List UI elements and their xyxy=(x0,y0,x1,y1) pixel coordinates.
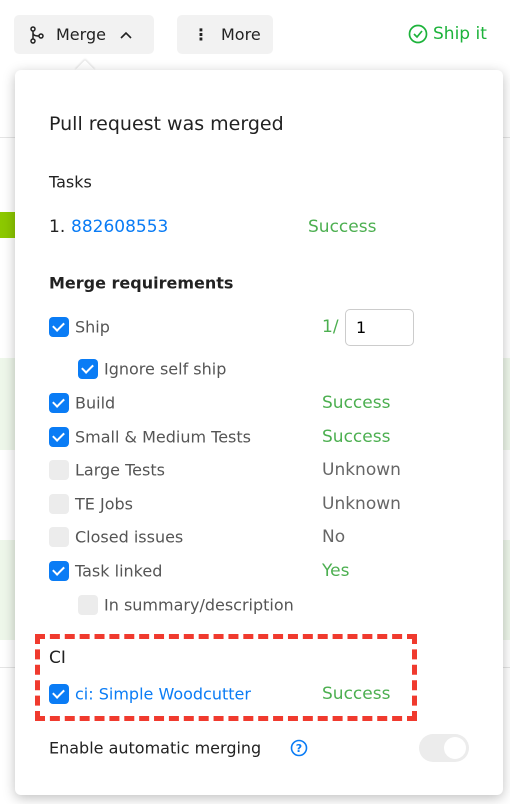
toggle-knob xyxy=(444,737,466,759)
check-circle-icon xyxy=(408,24,428,44)
in-summary-checkbox[interactable] xyxy=(78,595,98,615)
ignore-self-ship-checkbox[interactable] xyxy=(78,359,98,379)
merge-branch-icon xyxy=(30,25,44,44)
large-tests-checkbox[interactable] xyxy=(49,460,69,480)
merge-button[interactable]: Merge xyxy=(14,15,154,54)
ship-checkbox[interactable] xyxy=(49,317,69,337)
tasks-heading: Tasks xyxy=(49,172,92,192)
requirement-label: Ignore self ship xyxy=(104,359,227,379)
task-status: Success xyxy=(308,217,377,237)
auto-merge-toggle[interactable] xyxy=(419,734,469,762)
chevron-up-icon xyxy=(120,31,132,39)
requirements-heading: Merge requirements xyxy=(49,273,234,293)
ship-count: 1/ xyxy=(322,317,339,337)
requirement-label: TE Jobs xyxy=(75,494,133,514)
requirement-status: No xyxy=(322,527,346,547)
build-checkbox[interactable] xyxy=(49,393,69,413)
merge-label: Merge xyxy=(56,25,106,44)
requirement-status: Yes xyxy=(322,561,350,581)
requirement-label: In summary/description xyxy=(104,595,294,615)
requirement-label: Build xyxy=(75,393,116,413)
more-button[interactable]: ⋮ More xyxy=(177,15,273,54)
ci-checkbox[interactable] xyxy=(49,684,69,704)
help-icon[interactable]: ? xyxy=(290,739,308,757)
ci-link[interactable]: ci: Simple Woodcutter xyxy=(75,685,251,704)
te-jobs-checkbox[interactable] xyxy=(49,494,69,514)
requirement-status: Unknown xyxy=(322,460,401,480)
ci-heading: CI xyxy=(49,648,66,668)
ci-status: Success xyxy=(322,684,391,704)
task-linked-checkbox[interactable] xyxy=(49,561,69,581)
requirement-label: Task linked xyxy=(75,561,163,581)
svg-text:?: ? xyxy=(296,742,302,755)
popup-title: Pull request was merged xyxy=(49,113,284,135)
requirement-label: Closed issues xyxy=(75,527,184,547)
background-badge xyxy=(0,212,16,238)
requirement-label: Large Tests xyxy=(75,460,165,480)
ship-required-input[interactable] xyxy=(345,309,414,346)
task-link[interactable]: 882608553 xyxy=(71,217,168,237)
ship-it-label: Ship it xyxy=(433,24,487,44)
ship-label: Ship xyxy=(75,317,110,337)
auto-merge-label: Enable automatic merging xyxy=(49,738,262,758)
ship-it-button[interactable]: Ship it xyxy=(408,24,487,44)
requirement-status: Success xyxy=(322,427,391,447)
requirement-status: Unknown xyxy=(322,494,401,514)
more-vertical-icon: ⋮ xyxy=(193,25,209,44)
ci-highlight-box xyxy=(35,634,417,721)
more-label: More xyxy=(221,25,261,44)
small-medium-tests-checkbox[interactable] xyxy=(49,427,69,447)
closed-issues-checkbox[interactable] xyxy=(49,527,69,547)
task-index: 1. xyxy=(49,217,66,237)
requirement-status: Success xyxy=(322,393,391,413)
requirement-label: Small & Medium Tests xyxy=(75,427,251,447)
